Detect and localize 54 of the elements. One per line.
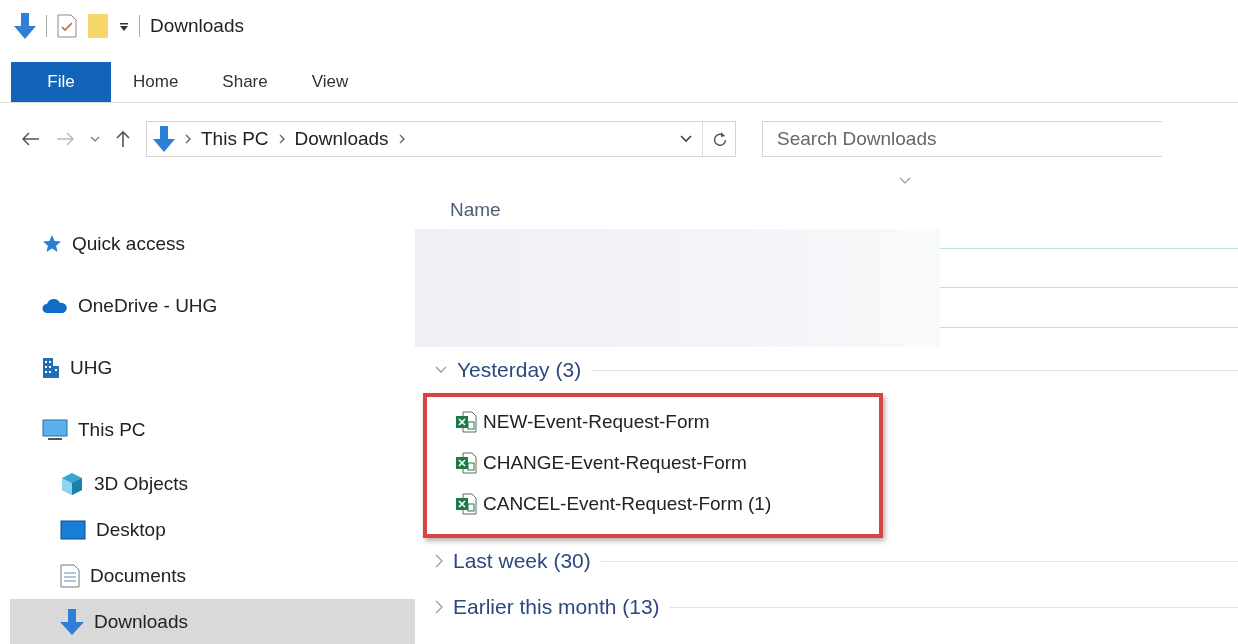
sidebar-label: UHG (70, 357, 113, 379)
star-icon (42, 234, 62, 254)
chevron-right-icon[interactable] (435, 600, 443, 614)
window-title: Downloads (150, 15, 244, 37)
sidebar-item[interactable]: Downloads (10, 599, 415, 644)
chevron-down-icon[interactable] (680, 135, 692, 143)
sidebar-label: Desktop (96, 519, 166, 541)
sort-chevron-icon[interactable] (899, 177, 911, 184)
customize-toolbar-icon[interactable] (119, 20, 129, 32)
chevron-right-icon (278, 134, 285, 144)
sidebar-item[interactable]: UHG (0, 337, 415, 399)
chevron-right-icon (185, 134, 191, 144)
sidebar-label: Quick access (72, 233, 185, 255)
group-header[interactable]: Earlier this month (13) (453, 595, 660, 619)
sidebar-item[interactable]: Desktop (0, 507, 415, 553)
sidebar-item[interactable]: This PC (0, 399, 415, 461)
spreadsheet-file-icon (455, 410, 477, 433)
sidebar-item[interactable]: OneDrive - UHG (0, 275, 415, 337)
sidebar-label: Downloads (94, 611, 188, 633)
spreadsheet-file-icon (455, 451, 477, 474)
file-item[interactable]: CANCEL-Event-Request-Form (1) (455, 483, 879, 524)
cloud-icon (42, 298, 68, 314)
file-item[interactable]: CHANGE-Event-Request-Form (455, 442, 879, 483)
sidebar-label: This PC (78, 419, 146, 441)
forward-icon[interactable] (56, 132, 74, 146)
spreadsheet-file-icon (455, 492, 477, 515)
sidebar-item[interactable]: 3D Objects (0, 461, 415, 507)
refresh-icon[interactable] (713, 131, 727, 147)
download-arrow-icon (60, 609, 84, 635)
up-arrow-icon[interactable] (116, 130, 130, 148)
group-header[interactable]: Last week (30) (453, 549, 591, 573)
desktop-icon (60, 520, 86, 540)
download-arrow-icon (153, 126, 175, 152)
chevron-right-icon[interactable] (435, 554, 443, 568)
document-icon (60, 564, 80, 588)
breadcrumb[interactable]: This PC (201, 128, 269, 150)
group-header[interactable]: Yesterday (3) (457, 358, 582, 382)
properties-icon[interactable] (57, 14, 77, 38)
computer-icon (42, 419, 68, 441)
file-item[interactable]: NEW-Event-Request-Form (455, 401, 879, 442)
chevron-right-icon (398, 134, 405, 144)
breadcrumb[interactable]: Downloads (294, 128, 389, 150)
sidebar-label: 3D Objects (94, 473, 188, 495)
sidebar-label: Documents (90, 565, 187, 587)
search-field[interactable]: Search Downloads (762, 121, 1162, 157)
sidebar-label: OneDrive - UHG (78, 295, 218, 317)
cube-icon (60, 472, 84, 496)
sidebar-item[interactable]: Documents (0, 553, 415, 599)
column-header[interactable]: Name (450, 199, 501, 221)
sidebar-item[interactable]: Quick access (0, 213, 415, 275)
address-bar[interactable]: This PC Downloads (146, 121, 736, 157)
download-arrow-icon[interactable] (14, 13, 36, 39)
building-icon (42, 357, 60, 379)
back-icon[interactable] (22, 132, 40, 146)
